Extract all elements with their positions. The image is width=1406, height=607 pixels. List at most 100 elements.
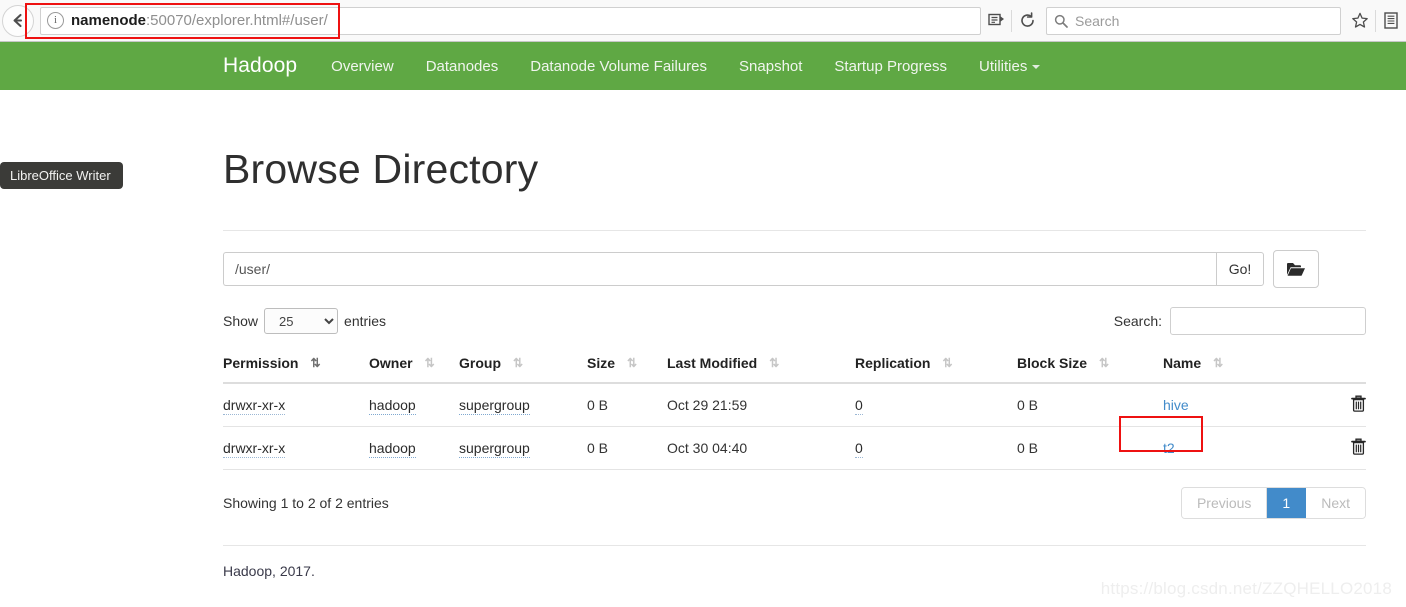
permission-value[interactable]: drwxr-xr-x: [223, 440, 286, 458]
owner-value[interactable]: hadoop: [369, 397, 416, 415]
column-label-size: Size: [587, 355, 616, 371]
nav-item-utilities[interactable]: Utilities: [978, 57, 1041, 75]
nav-item-datanodes[interactable]: Datanodes: [426, 58, 499, 75]
desktop-tooltip: LibreOffice Writer: [0, 162, 123, 189]
navbar-brand[interactable]: Hadoop: [223, 54, 297, 78]
site-footer: Hadoop, 2017.: [223, 563, 315, 579]
go-button[interactable]: Go!: [1216, 252, 1264, 286]
chevron-down-icon: [1032, 64, 1041, 69]
column-header-block-size[interactable]: Block Size ⇅: [1017, 347, 1163, 384]
column-label-owner: Owner: [369, 355, 413, 371]
path-input-group: Go!: [223, 252, 1264, 286]
reload-icon[interactable]: [1012, 6, 1042, 36]
group-value[interactable]: supergroup: [459, 440, 530, 458]
table-search-control: Search:: [1114, 307, 1366, 335]
nav-item-utilities-label: Utilities: [978, 57, 1028, 75]
pagination-next[interactable]: Next: [1306, 488, 1365, 518]
back-arrow-icon[interactable]: [2, 4, 34, 37]
table-controls: Show 25 entries Search:: [223, 307, 1366, 335]
cell-last-modified: Oct 29 21:59: [667, 383, 855, 427]
pagination-page-1[interactable]: 1: [1267, 488, 1307, 518]
sort-icon-owner: ⇅: [424, 356, 435, 370]
browser-search-placeholder: Search: [1075, 12, 1120, 29]
column-label-block-size: Block Size: [1017, 355, 1088, 371]
table-row[interactable]: drwxr-xr-x hadoop supergroup 0 B Oct 29 …: [223, 383, 1366, 427]
sort-icon-block-size: ⇅: [1099, 356, 1109, 370]
page-title: Browse Directory: [223, 146, 539, 192]
path-bar-row: Go!: [223, 250, 1366, 288]
sort-icon-replication: ⇅: [942, 356, 952, 370]
page-content: Browse Directory Go! Show 25 entries Sea…: [223, 120, 1366, 579]
permission-value[interactable]: drwxr-xr-x: [223, 397, 286, 415]
pagination-previous[interactable]: Previous: [1181, 488, 1268, 518]
reader-view-icon[interactable]: [981, 6, 1011, 36]
url-text: namenode:50070/explorer.html#/user/: [71, 12, 328, 29]
title-divider: [223, 230, 1366, 231]
column-label-permission: Permission: [223, 355, 299, 371]
table-header-row: Permission ⇅ Owner ⇅ Group ⇅ Size ⇅ Last Mod…: [223, 347, 1366, 384]
trash-icon[interactable]: [1351, 438, 1366, 458]
sort-icon-permission: ⇅: [310, 356, 320, 370]
column-label-last-modified: Last Modified: [667, 355, 758, 371]
nav-item-overview[interactable]: Overview: [331, 58, 394, 75]
replication-value[interactable]: 0: [855, 397, 863, 415]
file-name-link[interactable]: hive: [1163, 397, 1189, 413]
column-header-actions: [1263, 347, 1366, 384]
column-header-size[interactable]: Size ⇅: [587, 347, 667, 384]
sort-icon-last-modified: ⇅: [769, 356, 779, 370]
table-footer: Showing 1 to 2 of 2 entries Previous 1 N…: [223, 487, 1366, 519]
entries-control: Show 25 entries: [223, 308, 392, 334]
column-header-permission[interactable]: Permission ⇅: [223, 347, 369, 384]
group-value[interactable]: supergroup: [459, 397, 530, 415]
url-path: :50070/explorer.html#/user/: [146, 12, 328, 29]
search-label: Search:: [1113, 313, 1162, 329]
cell-block-size: 0 B: [1017, 426, 1163, 470]
hadoop-navbar: Hadoop Overview Datanodes Datanode Volum…: [0, 42, 1406, 90]
column-header-replication[interactable]: Replication ⇅: [855, 347, 1017, 384]
cell-owner: hadoop: [369, 426, 459, 470]
library-icon[interactable]: [1376, 6, 1406, 36]
watermark: https://blog.csdn.net/ZZQHELLO2018: [1100, 579, 1392, 598]
trash-icon[interactable]: [1351, 395, 1366, 415]
sort-icon-name: ⇅: [1213, 356, 1223, 370]
column-header-owner[interactable]: Owner ⇅: [369, 347, 459, 384]
cell-permission: drwxr-xr-x: [223, 383, 369, 427]
nav-item-snapshot[interactable]: Snapshot: [739, 58, 802, 75]
column-header-group[interactable]: Group ⇅: [459, 347, 587, 384]
cell-actions: [1263, 426, 1366, 470]
search-icon: [1054, 14, 1068, 28]
entries-label: entries: [344, 313, 387, 329]
info-icon[interactable]: i: [47, 12, 64, 29]
path-input[interactable]: [223, 252, 1216, 286]
owner-value[interactable]: hadoop: [369, 440, 416, 458]
column-label-name: Name: [1163, 355, 1202, 371]
sort-icon-size: ⇅: [627, 356, 637, 370]
column-label-group: Group: [459, 355, 501, 371]
table-header: Permission ⇅ Owner ⇅ Group ⇅ Size ⇅ Last Mod…: [223, 347, 1366, 384]
url-host: namenode: [71, 12, 147, 29]
cell-name: t2: [1119, 416, 1263, 470]
file-name-link[interactable]: t2: [1163, 440, 1175, 456]
entries-select[interactable]: 25: [264, 308, 339, 334]
cell-permission: drwxr-xr-x: [223, 426, 369, 470]
folder-open-icon[interactable]: [1273, 250, 1319, 288]
column-header-name[interactable]: Name ⇅: [1163, 347, 1263, 384]
table-search-input[interactable]: [1170, 307, 1366, 335]
sort-icon-group: ⇅: [513, 356, 523, 370]
cell-block-size: 0 B: [1017, 383, 1163, 427]
browser-search-box[interactable]: Search: [1046, 6, 1341, 35]
column-label-replication: Replication: [855, 355, 931, 371]
footer-divider: [223, 545, 1366, 546]
cell-actions: [1263, 383, 1366, 427]
column-header-last-modified[interactable]: Last Modified ⇅: [667, 347, 855, 384]
cell-size: 0 B: [587, 383, 667, 427]
cell-replication: 0: [855, 426, 1017, 470]
table-row[interactable]: drwxr-xr-x hadoop supergroup 0 B Oct 30 …: [223, 416, 1366, 470]
pagination: Previous 1 Next: [1180, 487, 1366, 519]
star-icon[interactable]: [1345, 6, 1375, 36]
nav-item-startup-progress[interactable]: Startup Progress: [834, 58, 947, 75]
address-bar[interactable]: i namenode:50070/explorer.html#/user/: [40, 6, 981, 35]
replication-value[interactable]: 0: [855, 440, 863, 458]
nav-item-datanode-volume-failures[interactable]: Datanode Volume Failures: [530, 58, 707, 75]
browser-toolbar: i namenode:50070/explorer.html#/user/ Se…: [0, 0, 1406, 42]
